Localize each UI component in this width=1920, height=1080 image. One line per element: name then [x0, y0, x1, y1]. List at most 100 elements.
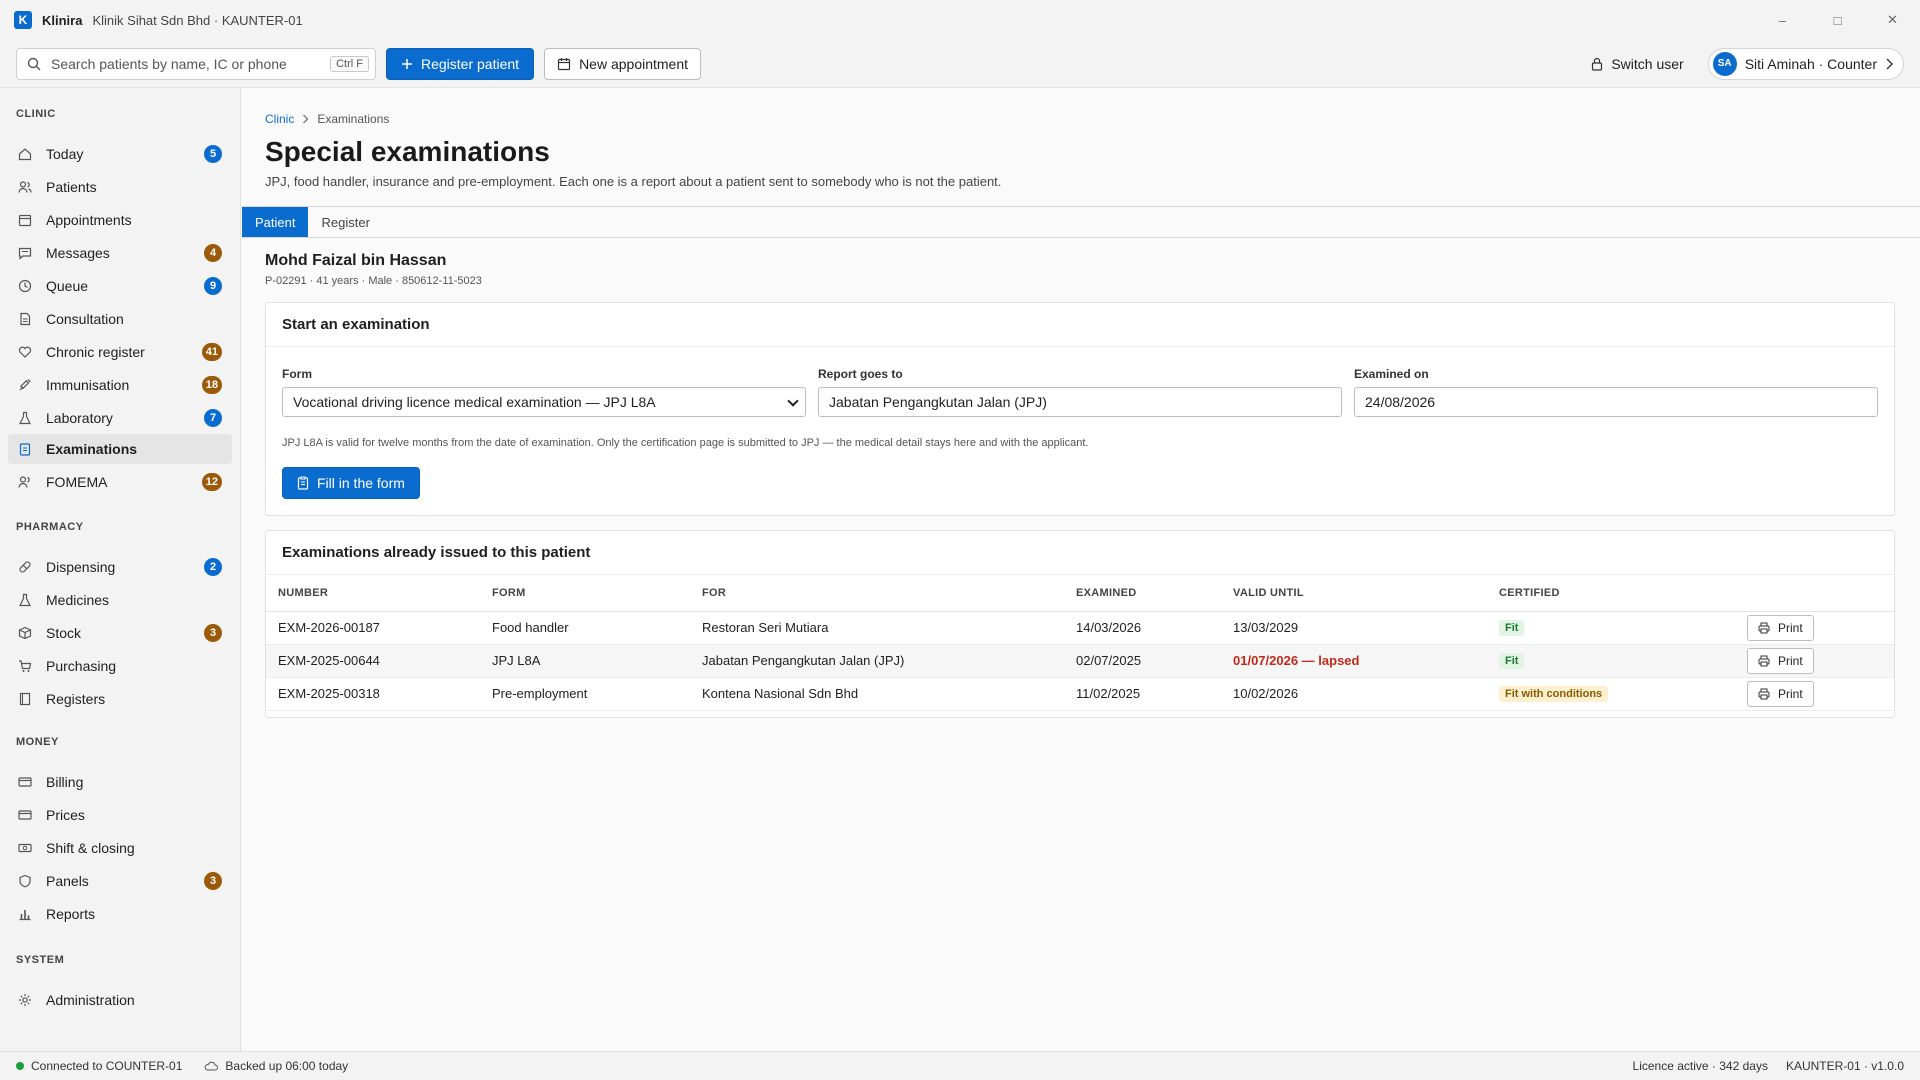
- count-badge: 2: [204, 557, 222, 576]
- app-logo: K: [14, 11, 32, 29]
- sidebar-item-reports[interactable]: Reports: [8, 897, 232, 930]
- column-header-form: FORM: [480, 575, 690, 612]
- sidebar-item-label: Shift & closing: [46, 839, 135, 856]
- table-header-row: NUMBER FORM FOR EXAMINED VALID UNTIL CER…: [266, 575, 1894, 612]
- sidebar-item-panels[interactable]: Panels 3: [8, 864, 232, 897]
- app-name: Klinira: [42, 12, 83, 28]
- cell-certified: Fit with conditions: [1487, 677, 1735, 711]
- sidebar-item-shift-closing[interactable]: Shift & closing: [8, 831, 232, 864]
- sidebar-item-billing[interactable]: Billing: [8, 765, 232, 798]
- table-row[interactable]: EXM-2026-00187 Food handler Restoran Ser…: [266, 611, 1894, 645]
- sidebar-item-label: FOMEMA: [46, 474, 108, 490]
- sidebar-item-registers[interactable]: Registers: [8, 682, 232, 715]
- table-row[interactable]: EXM-2025-00318 Pre-employment Kontena Na…: [266, 677, 1894, 711]
- printer-icon: [1758, 688, 1770, 700]
- count-badge: 7: [204, 408, 222, 427]
- report-goes-to-field[interactable]: Jabatan Pengangkutan Jalan (JPJ): [818, 387, 1342, 417]
- sidebar-item-patients[interactable]: Patients: [8, 170, 232, 203]
- sidebar-item-stock[interactable]: Stock 3: [8, 616, 232, 649]
- cell-for: Restoran Seri Mutiara: [690, 611, 1064, 645]
- examined-on-field[interactable]: 24/08/2026: [1354, 387, 1878, 417]
- sidebar-item-appointments[interactable]: Appointments: [8, 203, 232, 236]
- fill-in-form-label: Fill in the form: [317, 475, 405, 491]
- cell-examined: 11/02/2025: [1064, 677, 1221, 711]
- sidebar-item-immunisation[interactable]: Immunisation 18: [8, 368, 232, 401]
- patient-name: Mohd Faizal bin Hassan: [265, 252, 447, 269]
- print-button[interactable]: Print: [1747, 614, 1814, 641]
- issued-examinations-card: Examinations already issued to this pati…: [265, 530, 1895, 718]
- sidebar-item-dispensing[interactable]: Dispensing 2: [8, 550, 232, 583]
- start-examination-card: Start an examination Form Vocational dri…: [265, 302, 1895, 516]
- gear-icon: [18, 993, 32, 1007]
- patient-meta: P-02291 · 41 years · Male · 850612-11-50…: [265, 275, 482, 287]
- cell-for: Kontena Nasional Sdn Bhd: [690, 677, 1064, 711]
- register-patient-button[interactable]: Register patient: [386, 47, 535, 80]
- validity-help-text: JPJ L8A is valid for twelve months from …: [282, 437, 1089, 449]
- close-button[interactable]: ✕: [1865, 0, 1920, 40]
- count-badge: 5: [204, 144, 222, 163]
- sidebar-item-label: Panels: [46, 872, 89, 889]
- cell-form: JPJ L8A: [480, 644, 690, 678]
- fill-in-form-button[interactable]: Fill in the form: [282, 467, 420, 499]
- sidebar-item-label: Administration: [46, 991, 135, 1008]
- syringe-icon: [18, 378, 32, 392]
- tab-register[interactable]: Register: [308, 207, 382, 237]
- clipboard-icon: [18, 442, 32, 456]
- sidebar-item-laboratory[interactable]: Laboratory 7: [8, 401, 232, 434]
- column-header-valid-until: VALID UNTIL: [1221, 575, 1487, 612]
- tab-patient[interactable]: Patient: [242, 207, 309, 237]
- issued-examinations-table: NUMBER FORM FOR EXAMINED VALID UNTIL CER…: [266, 575, 1894, 711]
- table-row[interactable]: EXM-2025-00644 JPJ L8A Jabatan Pengangku…: [266, 644, 1894, 678]
- sidebar-item-fomema[interactable]: FOMEMA 12: [8, 464, 232, 500]
- column-header-certified: CERTIFIED: [1487, 575, 1735, 612]
- search-box[interactable]: Ctrl F: [16, 47, 376, 80]
- sidebar: CLINIC Today 5 Patients Appointments Mes…: [0, 88, 241, 1051]
- new-appointment-button[interactable]: New appointment: [544, 47, 702, 80]
- sidebar-item-chronic-register[interactable]: Chronic register 41: [8, 335, 232, 368]
- print-label: Print: [1778, 686, 1803, 701]
- avatar: SA: [1712, 51, 1737, 76]
- column-header-number: NUMBER: [266, 575, 480, 612]
- sidebar-item-purchasing[interactable]: Purchasing: [8, 649, 232, 682]
- flask-icon: [18, 411, 32, 425]
- switch-user-label: Switch user: [1611, 55, 1684, 72]
- print-button[interactable]: Print: [1747, 680, 1814, 707]
- maximize-button[interactable]: □: [1810, 0, 1865, 40]
- new-appointment-label: New appointment: [579, 55, 689, 72]
- printer-icon: [1758, 655, 1770, 667]
- column-header-for: FOR: [690, 575, 1064, 612]
- count-badge: 3: [204, 871, 222, 890]
- app-subtitle: Klinik Sihat Sdn Bhd · KAUNTER-01: [92, 12, 303, 28]
- cell-number: EXM-2025-00318: [266, 677, 480, 711]
- count-badge: 18: [201, 375, 222, 394]
- sidebar-item-prices[interactable]: Prices: [8, 798, 232, 831]
- breadcrumb-clinic-link[interactable]: Clinic: [265, 112, 294, 126]
- page-description: JPJ, food handler, insurance and pre-emp…: [265, 174, 1002, 189]
- sidebar-item-messages[interactable]: Messages 4: [8, 236, 232, 269]
- nav-section-pharmacy: PHARMACY: [16, 521, 84, 533]
- switch-user-button[interactable]: Switch user: [1581, 50, 1693, 78]
- sidebar-item-today[interactable]: Today 5: [8, 137, 232, 170]
- licence-status: Licence active · 342 days: [1632, 1059, 1768, 1073]
- sidebar-item-queue[interactable]: Queue 9: [8, 269, 232, 302]
- column-header-examined: EXAMINED: [1064, 575, 1221, 612]
- sidebar-item-medicines[interactable]: Medicines: [8, 583, 232, 616]
- minimize-button[interactable]: –: [1755, 0, 1810, 40]
- calendar-icon: [557, 57, 571, 71]
- title-bar: K Klinira Klinik Sihat Sdn Bhd · KAUNTER…: [0, 0, 1920, 40]
- count-badge: 12: [201, 473, 222, 491]
- user-menu[interactable]: SA Siti Aminah · Counter: [1707, 47, 1904, 80]
- box-icon: [18, 626, 32, 640]
- search-input[interactable]: [51, 55, 331, 72]
- examined-on-value: 24/08/2026: [1365, 394, 1436, 410]
- sidebar-item-examinations[interactable]: Examinations: [8, 434, 232, 464]
- sidebar-item-label: Examinations: [46, 441, 138, 457]
- sidebar-item-consultation[interactable]: Consultation: [8, 302, 232, 335]
- card-icon: [18, 775, 32, 789]
- sidebar-item-administration[interactable]: Administration: [8, 983, 232, 1016]
- form-select[interactable]: Vocational driving licence medical exami…: [282, 387, 806, 417]
- cart-icon: [18, 659, 32, 673]
- sidebar-item-label: Patients: [46, 178, 97, 195]
- sidebar-item-label: Laboratory: [46, 409, 113, 426]
- print-button[interactable]: Print: [1747, 647, 1814, 674]
